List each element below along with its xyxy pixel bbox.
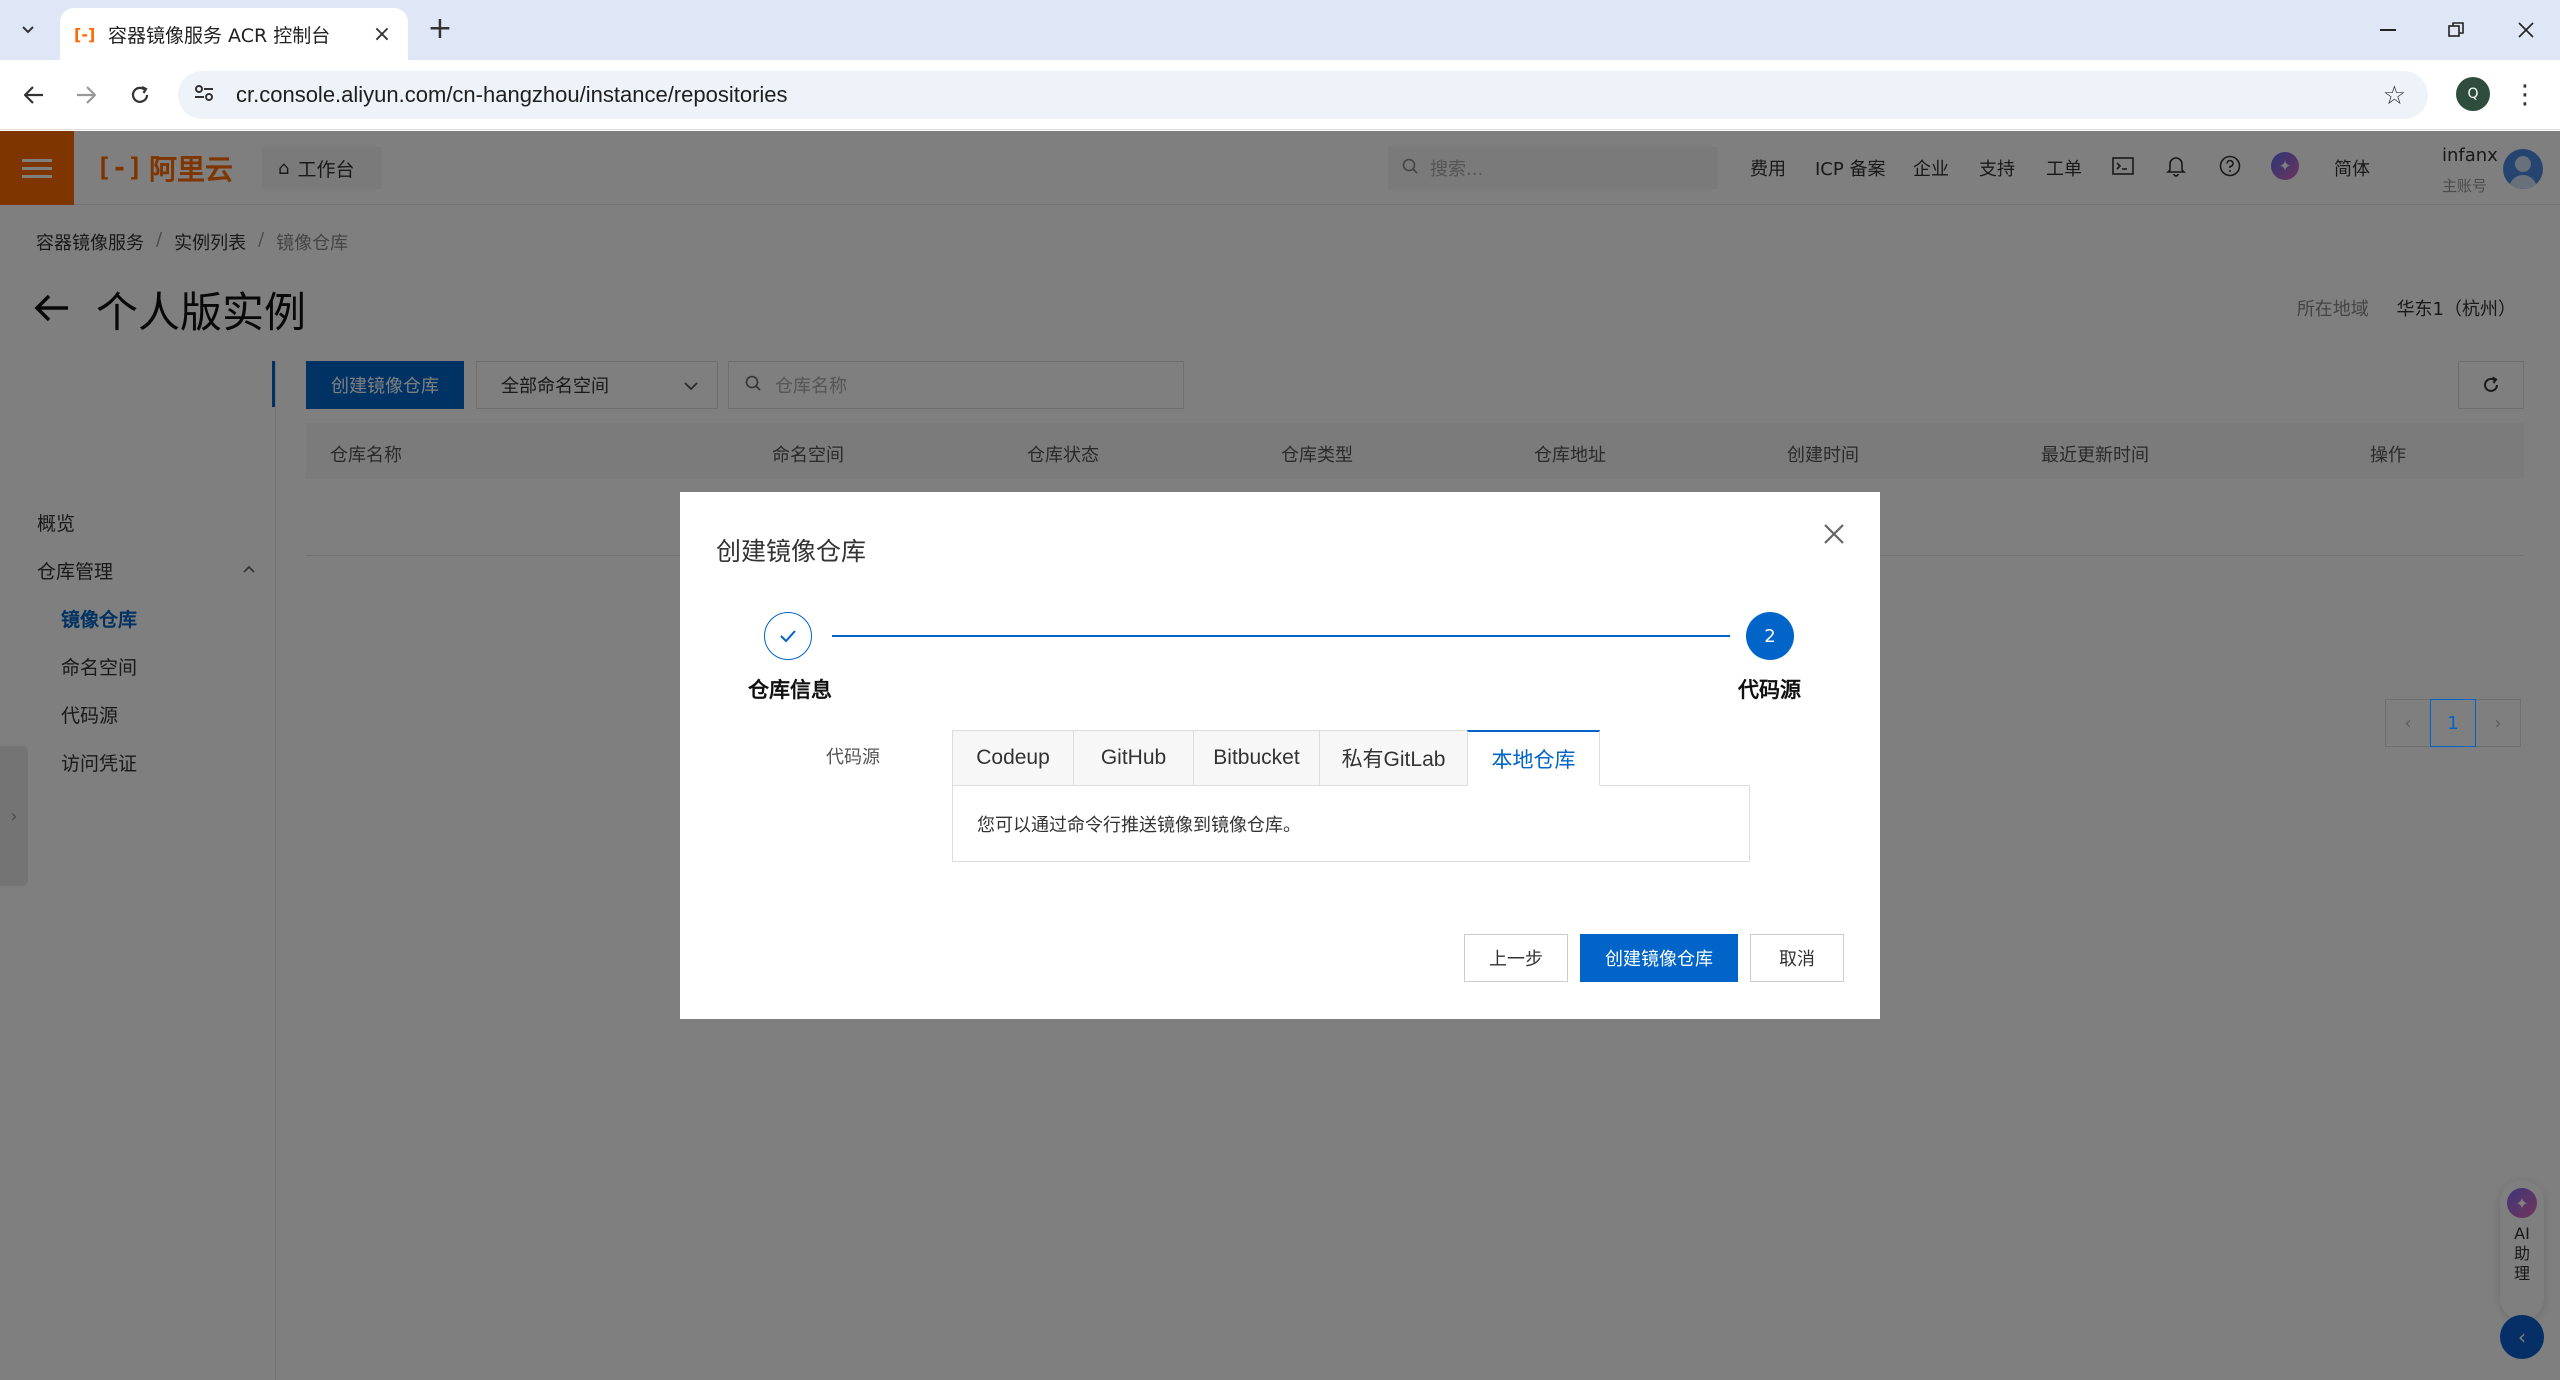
aliyun-favicon-icon: [-] xyxy=(74,24,96,44)
step-2-indicator: 2 xyxy=(1746,612,1794,660)
browser-tab-title: 容器镜像服务 ACR 控制台 xyxy=(108,24,331,47)
tab-github[interactable]: GitHub xyxy=(1073,730,1194,786)
browser-profile-avatar[interactable]: Q xyxy=(2456,77,2490,111)
step-1-label: 仓库信息 xyxy=(748,678,832,702)
prev-step-button[interactable]: 上一步 xyxy=(1464,934,1568,982)
dialog-title: 创建镜像仓库 xyxy=(716,537,867,566)
code-source-tabs: Codeup GitHub Bitbucket 私有GitLab 本地仓库 xyxy=(952,730,1600,786)
tab-local-repo[interactable]: 本地仓库 xyxy=(1467,730,1600,786)
bookmark-star-icon[interactable]: ☆ xyxy=(2383,81,2406,111)
browser-tab-active[interactable]: [-] 容器镜像服务 ACR 控制台 × xyxy=(60,8,408,60)
site-info-icon[interactable] xyxy=(194,84,224,107)
url-bar[interactable]: cr.console.aliyun.com/cn-hangzhou/instan… xyxy=(178,71,2428,119)
tab-close-icon[interactable]: × xyxy=(370,22,394,47)
new-tab-plus-icon[interactable]: + xyxy=(424,14,456,46)
create-repo-dialog: 创建镜像仓库 2 仓库信息 代码源 代码源 Codeup GitHub Bitb… xyxy=(680,492,1880,1019)
step-1-check-icon xyxy=(764,612,812,660)
close-icon[interactable] xyxy=(1816,516,1852,552)
tab-list-chevron-icon[interactable] xyxy=(12,14,44,46)
step-connector xyxy=(832,635,1730,637)
forward-arrow-icon[interactable] xyxy=(68,77,104,113)
create-repo-submit-button[interactable]: 创建镜像仓库 xyxy=(1580,934,1738,982)
browser-address-bar: cr.console.aliyun.com/cn-hangzhou/instan… xyxy=(0,60,2560,130)
window-restore-icon[interactable] xyxy=(2436,12,2476,48)
page-number[interactable]: 1 xyxy=(2430,699,2476,747)
url-text: cr.console.aliyun.com/cn-hangzhou/instan… xyxy=(236,82,788,107)
tab-bitbucket[interactable]: Bitbucket xyxy=(1193,730,1320,786)
tab-codeup[interactable]: Codeup xyxy=(952,730,1074,786)
code-source-label: 代码源 xyxy=(826,747,880,768)
browser-menu-icon[interactable]: ⋮ xyxy=(2512,77,2538,113)
step-2-label: 代码源 xyxy=(1738,678,1801,702)
tab-panel-text: 您可以通过命令行推送镜像到镜像仓库。 xyxy=(952,785,1750,862)
cancel-button[interactable]: 取消 xyxy=(1750,934,1844,982)
tab-private-gitlab[interactable]: 私有GitLab xyxy=(1319,730,1468,786)
window-minimize-icon[interactable] xyxy=(2368,12,2408,48)
reload-icon[interactable] xyxy=(122,77,158,113)
back-arrow-icon[interactable] xyxy=(16,77,52,113)
window-close-icon[interactable] xyxy=(2506,12,2546,48)
browser-tab-bar: [-] 容器镜像服务 ACR 控制台 × + xyxy=(0,0,2560,60)
